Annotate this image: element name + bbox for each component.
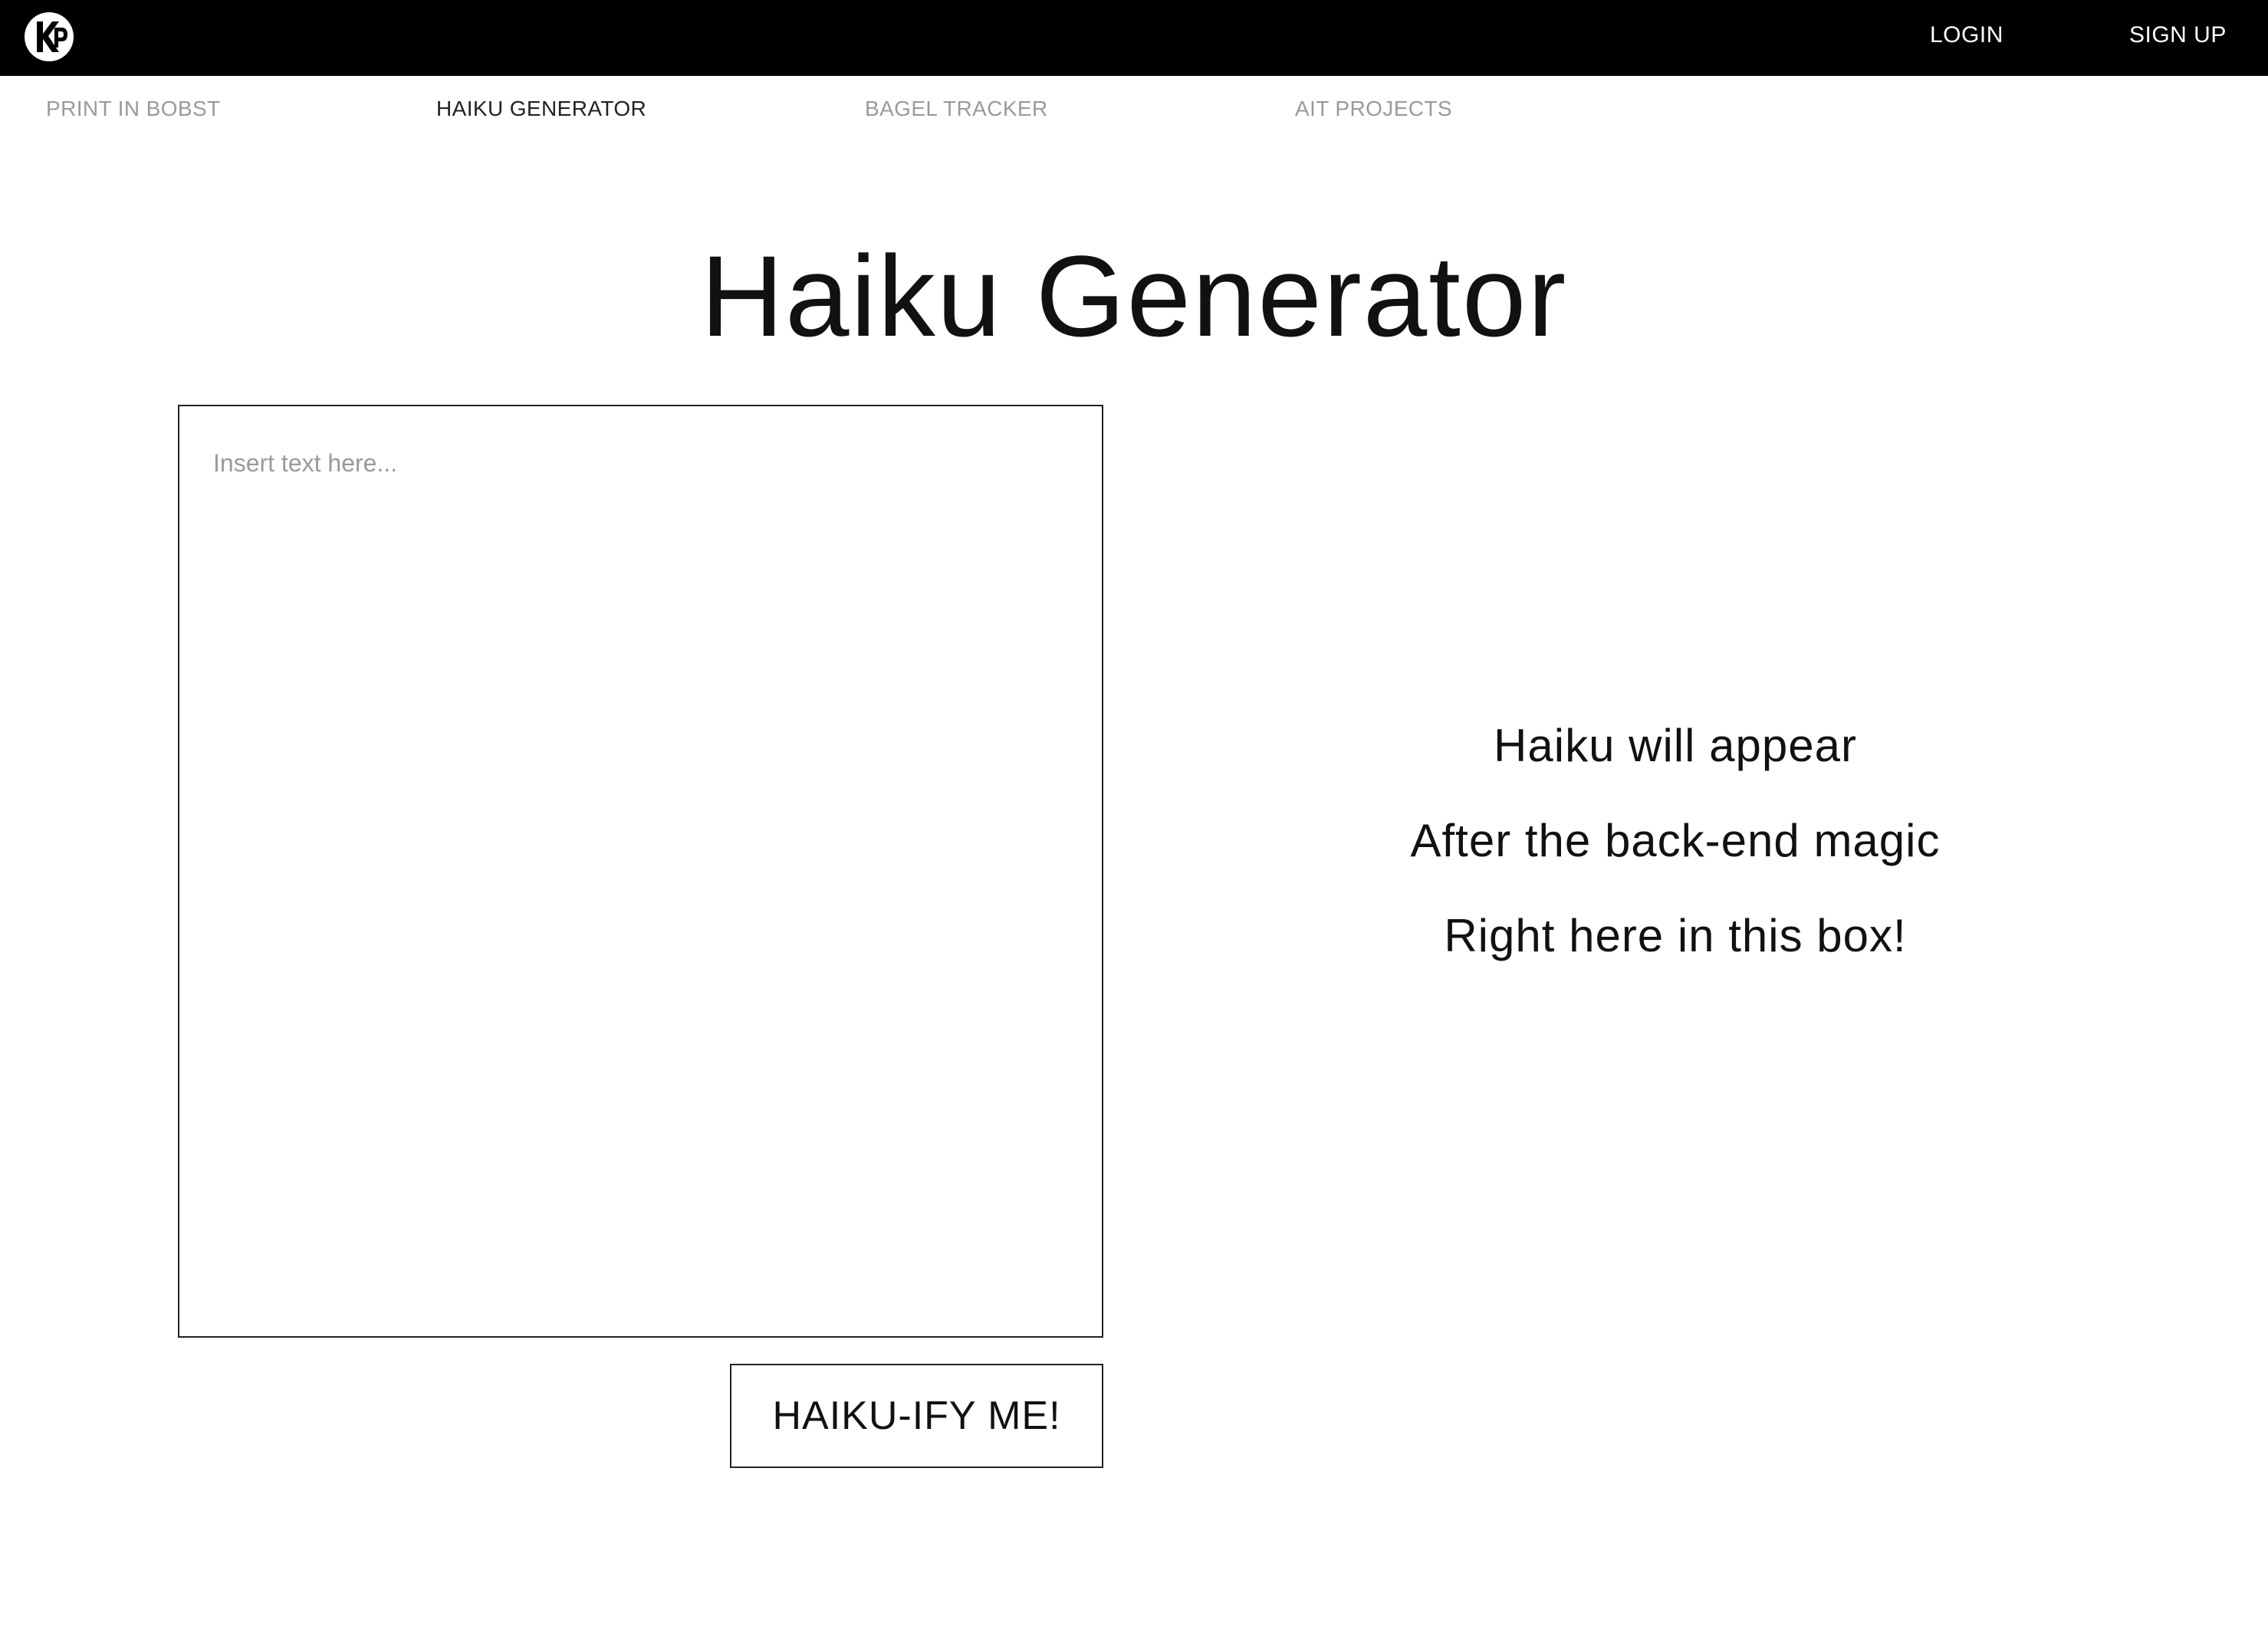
haiku-text-input[interactable]: [178, 405, 1103, 1338]
haiku-line: Right here in this box!: [1444, 910, 1907, 961]
kp-logo-icon[interactable]: [23, 11, 75, 63]
sub-navigation: [0, 76, 2268, 145]
haikuify-button[interactable]: HAIKU-IFY ME!: [730, 1364, 1103, 1468]
haiku-line: After the back-end magic: [1410, 815, 1941, 866]
haiku-line: Haiku will appear: [1494, 720, 1857, 771]
page-title: Haiku Generator: [700, 232, 1568, 360]
nav-item-ait-projects[interactable]: AIT PROJECTS: [1295, 94, 1452, 124]
login-link[interactable]: LOGIN: [1930, 20, 2003, 51]
top-bar: LOGIN SIGN UP: [0, 0, 2268, 76]
nav-item-haiku-generator[interactable]: HAIKU GENERATOR: [436, 94, 646, 124]
nav-item-print-in-bobst[interactable]: PRINT IN BOBST: [46, 94, 221, 124]
nav-item-bagel-tracker[interactable]: BAGEL TRACKER: [865, 94, 1048, 124]
signup-link[interactable]: SIGN UP: [2129, 20, 2227, 51]
